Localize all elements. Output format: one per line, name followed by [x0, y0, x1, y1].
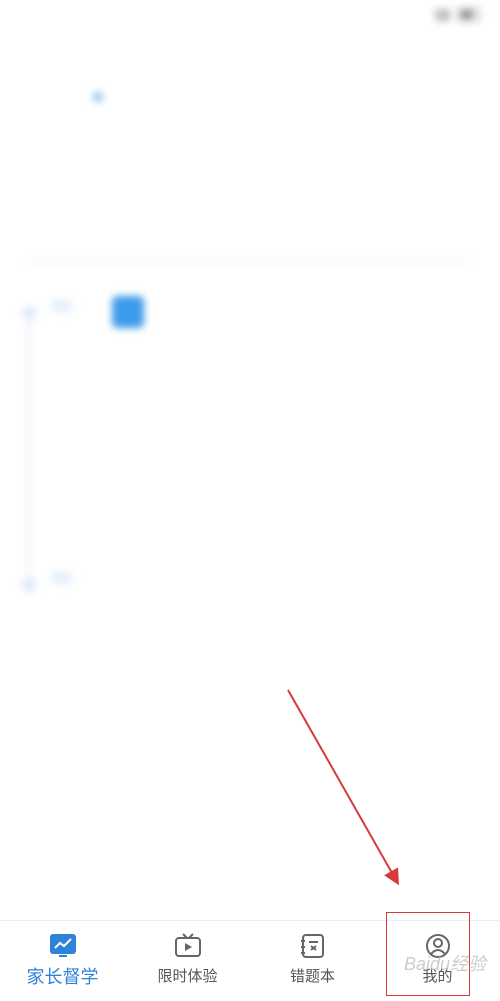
tv-play-icon [174, 933, 202, 959]
nav-item-parent-supervision[interactable]: 家长督学 [0, 921, 125, 1001]
nav-item-mistake-book[interactable]: 错题本 [250, 921, 375, 1001]
nav-label: 家长督学 [26, 967, 99, 988]
annotation-arrow [287, 689, 399, 886]
notebook-icon [299, 933, 327, 959]
watermark-logo: Baidu经验 [403, 954, 486, 974]
chart-trend-icon [49, 933, 77, 959]
nav-label: 错题本 [289, 967, 335, 985]
nav-item-trial[interactable]: 限时体验 [125, 921, 250, 1001]
nav-label: 限时体验 [157, 967, 218, 985]
